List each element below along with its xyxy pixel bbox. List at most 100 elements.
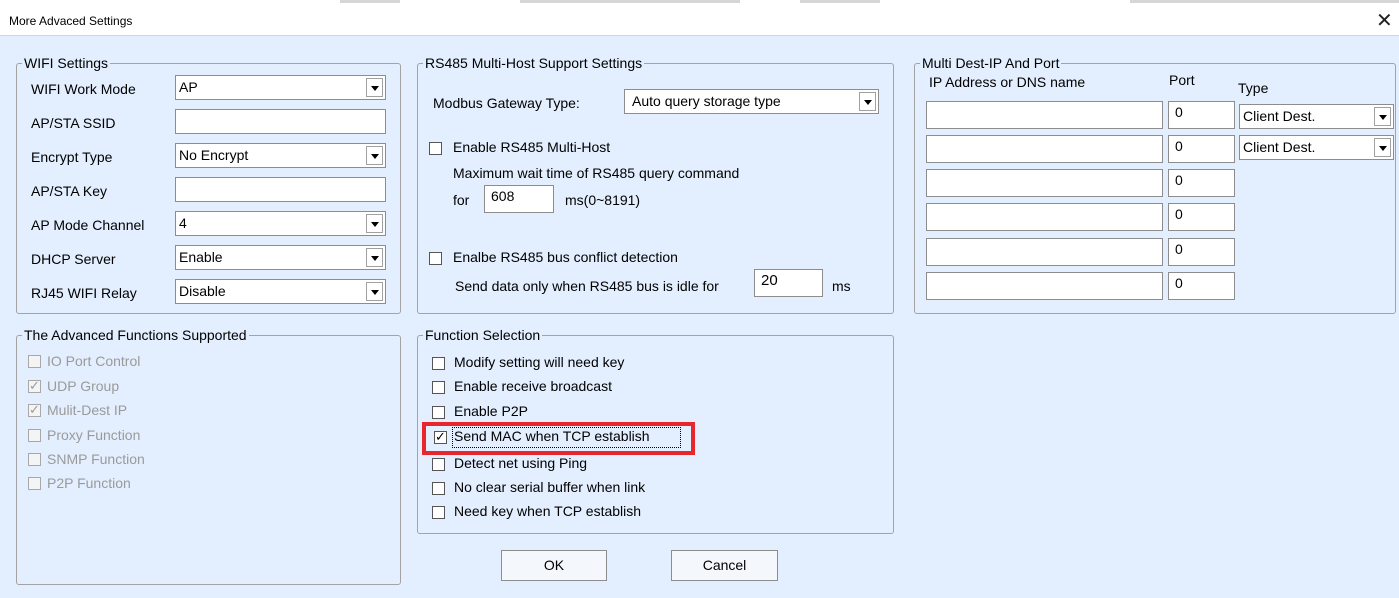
need-key-tcp-label: Need key when TCP establish (454, 503, 642, 519)
ip-column-header: IP Address or DNS name (929, 74, 1086, 90)
ap-channel-select[interactable]: 4 (175, 211, 386, 236)
idle-time-input[interactable]: 20 (754, 269, 823, 297)
bus-conflict-checkbox[interactable] (429, 252, 442, 265)
modbus-gateway-select[interactable]: Auto query storage type (624, 89, 879, 114)
detect-ping-checkbox[interactable] (432, 458, 445, 471)
function-selection-legend: Function Selection (425, 327, 541, 343)
title-bar: More Advaced Settings ✕ (0, 0, 1399, 36)
p2p-function-checkbox (28, 477, 41, 490)
io-port-label: IO Port Control (47, 353, 141, 369)
dest-ip-input[interactable] (926, 238, 1163, 266)
chevron-down-icon[interactable] (1374, 138, 1391, 157)
bus-conflict-label: Enalbe RS485 bus conflict detection (453, 249, 678, 265)
for-label: for (453, 192, 470, 208)
chevron-down-icon[interactable] (366, 282, 383, 301)
dest-port-input[interactable]: 0 (1168, 238, 1235, 266)
chevron-down-icon[interactable] (366, 214, 383, 233)
background-strip (340, 0, 400, 3)
no-clear-buffer-label: No clear serial buffer when link (454, 479, 646, 495)
check-icon: ✓ (435, 429, 446, 444)
dest-ip-input[interactable] (926, 203, 1163, 231)
dest-type-select[interactable]: Client Dest. (1239, 135, 1394, 160)
multihost-label: Enable RS485 Multi-Host (453, 139, 611, 155)
background-strip (800, 0, 880, 3)
dest-type-value: Client Dest. (1243, 108, 1316, 124)
dhcp-server-select[interactable]: Enable (175, 245, 386, 270)
background-strip (1130, 0, 1399, 3)
ok-button[interactable]: OK (501, 550, 607, 581)
multihost-checkbox[interactable] (429, 142, 442, 155)
rj45-relay-label: RJ45 WIFI Relay (31, 285, 137, 301)
dest-port-input[interactable]: 0 (1168, 203, 1235, 231)
ap-channel-value: 4 (179, 215, 187, 231)
port-column-header: Port (1169, 72, 1195, 88)
multi-dest-legend: Multi Dest-IP And Port (922, 55, 1060, 71)
wait-time-text: Maximum wait time of RS485 query command (453, 165, 740, 181)
check-icon: ✓ (29, 402, 40, 417)
need-key-tcp-checkbox[interactable] (432, 506, 445, 519)
idle-unit: ms (832, 278, 851, 294)
send-mac-checkbox[interactable]: ✓ (434, 429, 447, 444)
chevron-down-icon[interactable] (1374, 107, 1391, 126)
background-strip (520, 0, 740, 3)
wifi-work-mode-label: WIFI Work Mode (31, 81, 136, 97)
dest-type-value: Client Dest. (1243, 139, 1316, 155)
dest-ip-input[interactable] (926, 135, 1163, 163)
encrypt-type-label: Encrypt Type (31, 149, 113, 165)
dest-port-input[interactable]: 0 (1168, 272, 1235, 300)
ssid-input[interactable] (175, 109, 386, 134)
close-icon[interactable]: ✕ (1376, 11, 1393, 31)
ap-key-label: AP/STA Key (31, 183, 107, 199)
dhcp-server-label: DHCP Server (31, 251, 116, 267)
ap-key-input[interactable] (175, 177, 386, 202)
modbus-gateway-label: Modbus Gateway Type: (433, 95, 580, 111)
idle-text: Send data only when RS485 bus is idle fo… (455, 278, 719, 294)
encrypt-type-value: No Encrypt (179, 147, 249, 163)
snmp-label: SNMP Function (47, 451, 145, 467)
receive-broadcast-label: Enable receive broadcast (454, 378, 612, 394)
enable-p2p-label: Enable P2P (454, 403, 528, 419)
dest-port-input[interactable]: 0 (1168, 101, 1235, 129)
chevron-down-icon[interactable] (366, 248, 383, 267)
chevron-down-icon[interactable] (859, 92, 876, 111)
p2p-function-label: P2P Function (47, 475, 131, 491)
dest-ip-input[interactable] (926, 169, 1163, 197)
io-port-checkbox (28, 355, 41, 368)
dest-port-input[interactable]: 0 (1168, 135, 1235, 163)
dest-ip-input[interactable] (926, 272, 1163, 300)
dhcp-server-value: Enable (179, 249, 223, 265)
modify-key-checkbox[interactable] (432, 357, 445, 370)
rj45-relay-select[interactable]: Disable (175, 279, 386, 304)
receive-broadcast-checkbox[interactable] (432, 381, 445, 394)
type-column-header: Type (1238, 80, 1269, 96)
wait-time-input[interactable]: 608 (484, 185, 554, 213)
multi-dest-checkbox: ✓ (28, 402, 41, 417)
proxy-checkbox (28, 429, 41, 442)
proxy-label: Proxy Function (47, 427, 141, 443)
multi-dest-label: Mulit-Dest IP (47, 402, 128, 418)
dest-port-input[interactable]: 0 (1168, 169, 1235, 197)
wifi-settings-legend: WIFI Settings (24, 55, 109, 71)
wifi-work-mode-select[interactable]: AP (175, 75, 386, 100)
ssid-label: AP/STA SSID (31, 115, 116, 131)
window-title: More Advaced Settings (9, 14, 133, 28)
chevron-down-icon[interactable] (366, 146, 383, 165)
wait-time-unit: ms(0~8191) (565, 192, 641, 208)
check-icon: ✓ (29, 378, 40, 393)
advanced-functions-legend: The Advanced Functions Supported (24, 327, 247, 343)
dest-ip-input[interactable] (926, 101, 1163, 129)
dest-type-select[interactable]: Client Dest. (1239, 104, 1394, 129)
cancel-button[interactable]: Cancel (671, 550, 778, 581)
udp-group-checkbox: ✓ (28, 378, 41, 393)
snmp-checkbox (28, 453, 41, 466)
rs485-settings-legend: RS485 Multi-Host Support Settings (425, 55, 643, 71)
modbus-gateway-value: Auto query storage type (632, 93, 781, 109)
no-clear-buffer-checkbox[interactable] (432, 482, 445, 495)
ap-channel-label: AP Mode Channel (31, 217, 145, 233)
modify-key-label: Modify setting will need key (454, 354, 625, 370)
rj45-relay-value: Disable (179, 283, 226, 299)
udp-group-label: UDP Group (47, 378, 120, 394)
enable-p2p-checkbox[interactable] (432, 406, 445, 419)
chevron-down-icon[interactable] (366, 78, 383, 97)
encrypt-type-select[interactable]: No Encrypt (175, 143, 386, 168)
